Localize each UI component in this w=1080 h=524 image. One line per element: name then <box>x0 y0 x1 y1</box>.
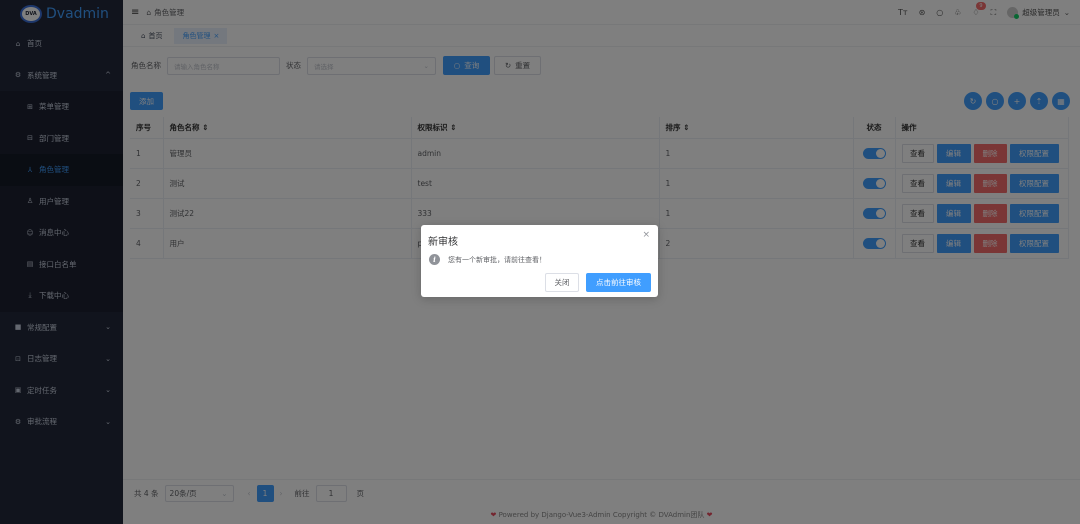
dialog-confirm-button[interactable]: 点击前往审核 <box>586 273 651 292</box>
close-icon[interactable]: × <box>642 230 650 240</box>
dialog-title: 新审核 <box>428 237 458 248</box>
approval-dialog: 新审核 × i 您有一个新审批，请前往查看！ 关闭 点击前往审核 <box>421 225 658 297</box>
info-icon: i <box>429 254 440 265</box>
dialog-close-button[interactable]: 关闭 <box>545 273 579 292</box>
dialog-message: 您有一个新审批，请前往查看！ <box>448 256 546 264</box>
